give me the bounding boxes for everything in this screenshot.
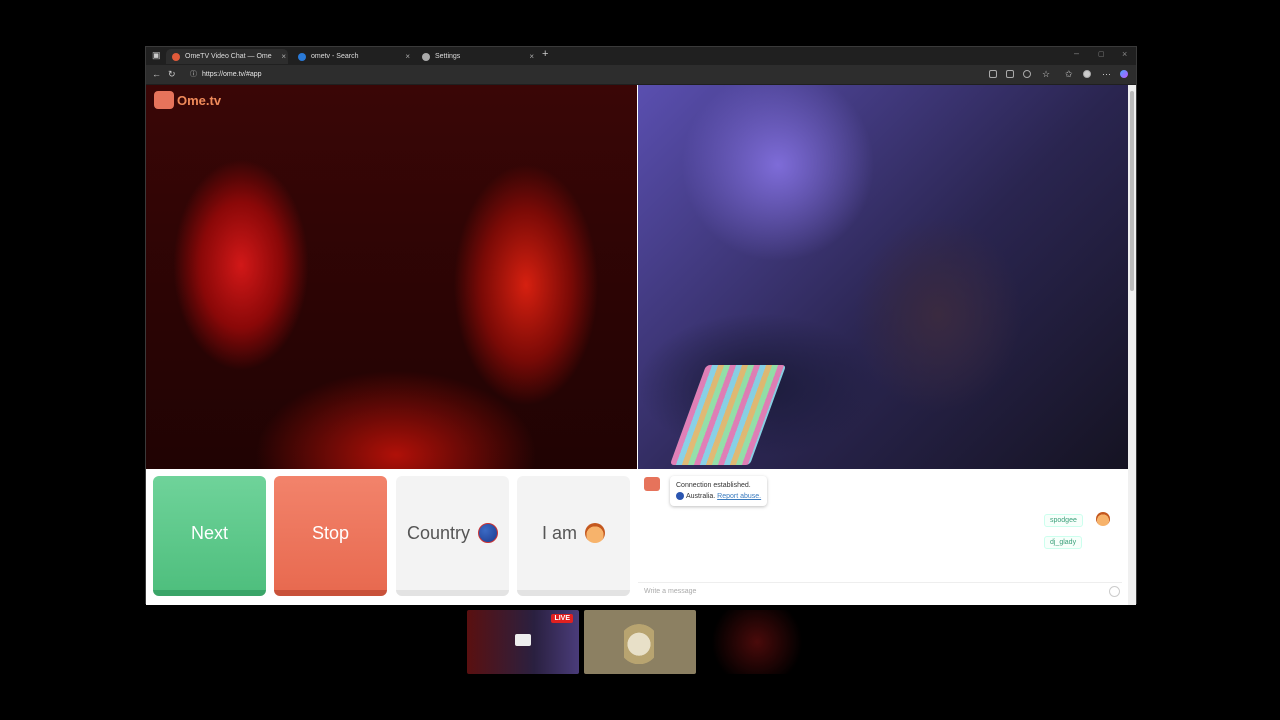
new-tab-icon[interactable]: +: [542, 49, 548, 60]
maximize-icon[interactable]: ▢: [1098, 49, 1105, 60]
close-tab-icon[interactable]: ×: [281, 52, 286, 61]
search-favicon-icon: [298, 52, 306, 61]
back-icon[interactable]: ←: [152, 69, 161, 80]
user-tag-spodgee[interactable]: spodgee: [1044, 514, 1083, 527]
screen-share-icon: [515, 634, 531, 646]
scrollbar[interactable]: [1128, 85, 1136, 605]
ometv-chat-icon: [644, 477, 660, 491]
remote-video: [638, 85, 1130, 469]
ometv-logo: Ome.tv: [154, 91, 221, 109]
close-tab-icon[interactable]: ×: [529, 52, 534, 61]
stop-label: Stop: [311, 522, 350, 543]
local-video: Ome.tv: [146, 85, 637, 469]
more-menu-icon[interactable]: ⋯: [1102, 69, 1111, 80]
split-view-icon[interactable]: [1006, 70, 1014, 78]
close-tab-icon[interactable]: ×: [405, 52, 410, 61]
next-label: Next: [190, 522, 228, 543]
next-button[interactable]: Next: [153, 476, 266, 596]
scrollbar-thumb[interactable]: [1130, 91, 1134, 291]
page-content: Ome.tv Next Stop Country I am Connection…: [146, 85, 1130, 605]
copilot-icon[interactable]: [1120, 70, 1128, 78]
favorite-icon[interactable]: ☆: [1042, 69, 1050, 80]
gear-icon: [422, 52, 430, 61]
window-preview-camera[interactable]: [701, 610, 813, 674]
profile-icon[interactable]: [1083, 70, 1091, 78]
tab-label: Settings: [435, 53, 461, 60]
lock-icon[interactable]: ⓘ: [190, 69, 197, 80]
person-emoji-icon: [585, 523, 605, 543]
i-am-button[interactable]: I am: [517, 476, 630, 596]
tab-label: OmeTV Video Chat — Ome: [185, 53, 272, 60]
logo-text: Ome.tv: [177, 92, 222, 108]
zoom-icon[interactable]: [1023, 70, 1031, 78]
browser-window: ▣ OmeTV Video Chat — Ome × ometv - Searc…: [145, 46, 1137, 605]
minimize-icon[interactable]: –: [1074, 48, 1079, 59]
country-text: Australia.: [686, 493, 716, 500]
country-label: Country: [406, 522, 471, 543]
message-input[interactable]: Write a message: [644, 588, 696, 595]
tab-ometv[interactable]: OmeTV Video Chat — Ome ×: [166, 49, 288, 64]
reload-icon[interactable]: ↻: [168, 69, 176, 80]
message-bar: Write a message: [638, 582, 1122, 601]
chat-panel: Connection established. Australia. Repor…: [638, 469, 1130, 605]
user-tag-dj-glady[interactable]: dj_glady: [1044, 536, 1083, 549]
cast-icon[interactable]: [989, 70, 997, 78]
address-bar-row: ← ↻ ⓘ https://ome.tv/#app ☆ ✩ ⋯: [146, 65, 1136, 84]
report-abuse-link[interactable]: Report abuse.: [717, 493, 761, 500]
tab-search[interactable]: ometv - Search ×: [292, 49, 412, 64]
system-message: Connection established. Australia. Repor…: [670, 476, 768, 506]
keyboard-image: [669, 365, 787, 465]
favorites-bar-icon[interactable]: ✩: [1065, 69, 1073, 80]
tab-bar: ▣ OmeTV Video Chat — Ome × ometv - Searc…: [146, 47, 1136, 65]
window-preview-badge[interactable]: [584, 610, 696, 674]
tab-actions-icon[interactable]: ▣: [152, 50, 161, 61]
ometv-logo-icon: [154, 91, 174, 109]
person-emoji-icon: [1096, 512, 1110, 526]
connection-text: Connection established.: [676, 482, 751, 489]
country-button[interactable]: Country: [396, 476, 509, 596]
globe-icon: [676, 492, 684, 501]
police-badge-icon: [624, 620, 654, 664]
url-input[interactable]: https://ome.tv/#app: [202, 68, 962, 81]
i-am-label: I am: [541, 522, 577, 543]
emoji-picker-icon[interactable]: [1109, 586, 1120, 597]
window-preview-browser[interactable]: LIVE: [467, 610, 579, 674]
live-badge: LIVE: [551, 614, 573, 623]
tab-settings[interactable]: Settings ×: [416, 49, 536, 64]
tab-label: ometv - Search: [311, 53, 359, 60]
australia-flag-icon: [478, 523, 499, 543]
close-window-icon[interactable]: ×: [1122, 49, 1127, 60]
stop-button[interactable]: Stop: [274, 476, 387, 596]
ometv-favicon-icon: [172, 52, 180, 61]
